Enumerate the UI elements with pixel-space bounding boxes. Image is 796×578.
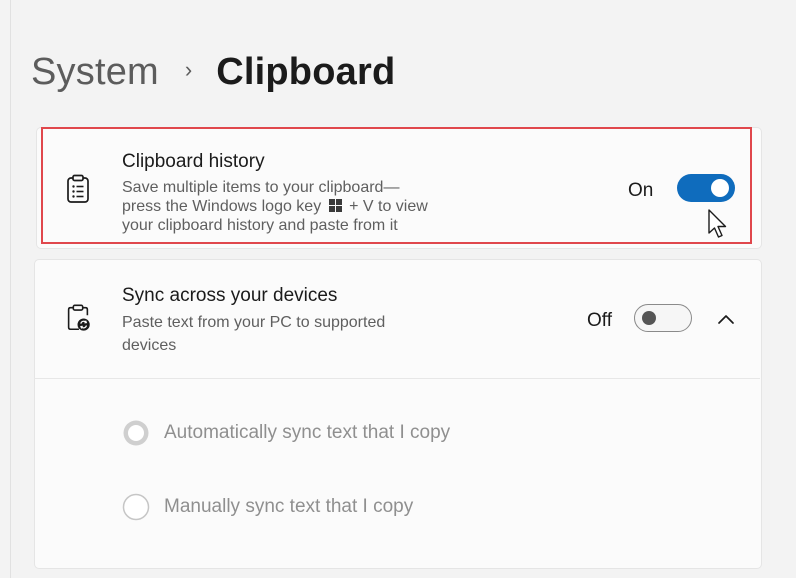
section-divider — [34, 378, 760, 379]
clipboard-history-description-line-1: Save multiple items to your clipboard— — [122, 179, 400, 196]
page-title: Clipboard — [216, 50, 396, 93]
mouse-cursor-icon — [708, 209, 727, 238]
clipboard-history-description-line-2: press the Windows logo key + V to view — [122, 196, 428, 217]
clipboard-history-title: Clipboard history — [122, 151, 265, 172]
toggle-knob — [711, 179, 729, 197]
toggle-knob — [642, 310, 656, 325]
manual-sync-radio-label: Manually sync text that I copy — [164, 496, 414, 517]
description-text-part-1: press the Windows logo key — [122, 198, 322, 215]
clipboard-history-description-line-3: your clipboard history and paste from it — [122, 217, 398, 234]
chevron-up-icon[interactable] — [717, 313, 735, 325]
description-text-part-2: + V to view — [349, 198, 428, 215]
breadcrumb: System › Clipboard — [31, 44, 395, 100]
auto-sync-radio[interactable] — [122, 419, 150, 447]
sync-devices-description-line-2: devices — [122, 337, 177, 354]
manual-sync-radio[interactable] — [122, 493, 150, 521]
clipboard-sync-icon — [67, 304, 90, 331]
sync-devices-state-label: Off — [587, 310, 612, 331]
sync-devices-description-line-1: Paste text from your PC to supported — [122, 314, 386, 331]
clipboard-history-toggle[interactable] — [677, 174, 735, 202]
auto-sync-radio-label: Automatically sync text that I copy — [164, 422, 451, 443]
sync-devices-toggle[interactable] — [634, 304, 692, 332]
clipboard-history-state-label: On — [628, 180, 654, 201]
clipboard-list-icon — [67, 174, 89, 203]
window-left-edge — [0, 0, 11, 578]
breadcrumb-separator-icon: › — [184, 57, 193, 82]
sync-devices-title: Sync across your devices — [122, 285, 338, 306]
breadcrumb-system-link[interactable]: System — [31, 51, 159, 94]
windows-logo-icon — [328, 199, 342, 212]
